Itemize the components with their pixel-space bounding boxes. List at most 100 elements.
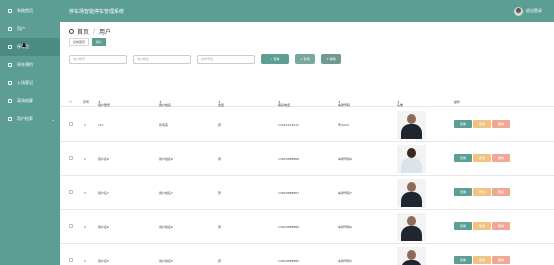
main-content: 首页 / 用户 系统首页 用户 用户账号 用户姓名 车牌号码 ⌕ 查询 + 新增… bbox=[60, 22, 554, 265]
breadcrumb: 首页 / 用户 bbox=[69, 27, 111, 36]
add-button[interactable]: + 新增 bbox=[295, 54, 315, 64]
row-index: 5 bbox=[84, 259, 86, 263]
row-phone: 13012314512 bbox=[278, 123, 299, 127]
row-checkbox[interactable] bbox=[69, 224, 73, 228]
row-account: 用户名8 bbox=[98, 157, 109, 161]
remove-button[interactable]: 删除 bbox=[492, 154, 510, 162]
home-circle-icon bbox=[69, 29, 74, 34]
header-actions: 操作 bbox=[454, 100, 461, 104]
exit-icon bbox=[8, 99, 12, 103]
view-button[interactable]: 查看 bbox=[454, 188, 472, 196]
edit-button[interactable]: 修改 bbox=[473, 154, 491, 162]
app-root: 系统首页 用户 停车位 停车预约 入场登记 离场结算 用户检索 ⌄ 停车场智能停车… bbox=[0, 0, 554, 265]
row-actions: 查看 修改 删除 bbox=[454, 222, 510, 230]
row-checkbox[interactable] bbox=[69, 156, 73, 160]
edit-button[interactable]: 修改 bbox=[473, 188, 491, 196]
entry-icon bbox=[8, 81, 12, 85]
row-checkbox[interactable] bbox=[69, 258, 73, 262]
remove-button[interactable]: 删除 bbox=[492, 120, 510, 128]
row-actions: 查看 修改 删除 bbox=[454, 256, 510, 264]
row-checkbox[interactable] bbox=[69, 190, 73, 194]
delete-button[interactable]: ✕ 删除 bbox=[321, 54, 341, 64]
row-gender: 男 bbox=[218, 191, 222, 195]
table-header: ☐ 序号 用户账号 ⇕ 用户姓名 ⇕ 性别 ⇕ 联系电话 ⇕ 车牌号码 ⇕ 头像… bbox=[60, 97, 554, 107]
row-name: 用户姓名8 bbox=[159, 157, 173, 161]
plate-input[interactable]: 车牌号码 bbox=[197, 54, 255, 64]
sidebar-item-entry[interactable]: 入场登记 bbox=[0, 74, 60, 92]
header-plate[interactable]: 车牌号码 ⇕ bbox=[338, 100, 350, 107]
sidebar-item-reservation[interactable]: 停车预约 bbox=[0, 56, 60, 74]
table-row: 2 用户名8 用户姓名8 男 13823888888 车牌号码8 查看 修改 删… bbox=[60, 142, 554, 176]
row-index: 3 bbox=[84, 191, 86, 195]
remove-button[interactable]: 删除 bbox=[492, 188, 510, 196]
search-bar: 用户账号 用户姓名 车牌号码 ⌕ 查询 + 新增 ✕ 删除 bbox=[69, 54, 341, 64]
table-row: 5 用户名5 用户姓名5 男 13823888885 车牌号码5 查看 修改 删… bbox=[60, 244, 554, 265]
user-photo bbox=[397, 213, 426, 241]
row-gender: 男 bbox=[218, 225, 222, 229]
header-avatar[interactable]: 头像 ⇕ bbox=[397, 100, 403, 107]
view-button[interactable]: 查看 bbox=[454, 256, 472, 264]
user-photo bbox=[397, 111, 426, 139]
view-button[interactable]: 查看 bbox=[454, 222, 472, 230]
avatar[interactable] bbox=[514, 6, 523, 16]
row-plate: 粤A003 bbox=[338, 123, 349, 127]
header-phone[interactable]: 联系电话 ⇕ bbox=[278, 100, 290, 107]
row-plate: 车牌号码5 bbox=[338, 259, 352, 263]
row-checkbox[interactable] bbox=[69, 122, 73, 126]
row-index: 4 bbox=[84, 225, 86, 229]
query-button[interactable]: ⌕ 查询 bbox=[261, 54, 289, 64]
tag-home[interactable]: 系统首页 bbox=[69, 38, 90, 46]
sidebar-item-home[interactable]: 系统首页 bbox=[0, 2, 60, 20]
sidebar-item-exit[interactable]: 离场结算 bbox=[0, 92, 60, 110]
account-input[interactable]: 用户账号 bbox=[69, 54, 127, 64]
row-name: 用户姓名7 bbox=[159, 191, 173, 195]
logout-button[interactable]: 退出登录 bbox=[526, 8, 542, 14]
row-name: 用户姓名6 bbox=[159, 225, 173, 229]
row-index: 1 bbox=[84, 123, 86, 127]
user-photo bbox=[397, 179, 426, 207]
row-account: 111 bbox=[98, 123, 104, 127]
table-body: 1 111 张海燕 男 13012314512 粤A003 查看 修改 删除 2… bbox=[60, 108, 554, 265]
row-plate: 车牌号码8 bbox=[338, 157, 352, 161]
row-plate: 车牌号码6 bbox=[338, 225, 352, 229]
name-input[interactable]: 用户姓名 bbox=[133, 54, 191, 64]
table-row: 3 用户名7 用户姓名7 男 13823888887 车牌号码7 查看 修改 删… bbox=[60, 176, 554, 210]
header-name[interactable]: 用户姓名 ⇕ bbox=[159, 100, 171, 107]
sidebar-item-user[interactable]: 用户 bbox=[0, 20, 60, 38]
top-bar: 停车场智能停车管理系统 退出登录 bbox=[60, 0, 554, 22]
header-account[interactable]: 用户账号 ⇕ bbox=[98, 100, 110, 107]
user-photo bbox=[397, 247, 426, 265]
sidebar-item-user-search[interactable]: 用户检索 ⌄ bbox=[0, 110, 60, 128]
user-photo bbox=[397, 145, 426, 173]
calendar-icon bbox=[8, 63, 12, 67]
row-phone: 13823888888 bbox=[278, 157, 299, 161]
row-index: 2 bbox=[84, 157, 86, 161]
remove-button[interactable]: 删除 bbox=[492, 256, 510, 264]
sidebar-item-parking[interactable]: 停车位 bbox=[0, 38, 60, 56]
breadcrumb-separator: / bbox=[93, 28, 96, 35]
view-button[interactable]: 查看 bbox=[454, 154, 472, 162]
row-actions: 查看 修改 删除 bbox=[454, 188, 510, 196]
user-icon bbox=[8, 27, 12, 31]
app-title: 停车场智能停车管理系统 bbox=[69, 8, 125, 15]
edit-button[interactable]: 修改 bbox=[473, 222, 491, 230]
edit-button[interactable]: 修改 bbox=[473, 120, 491, 128]
home-icon bbox=[8, 9, 12, 13]
row-phone: 13823888887 bbox=[278, 191, 299, 195]
row-name: 张海燕 bbox=[159, 123, 169, 127]
chevron-down-icon: ⌄ bbox=[51, 116, 55, 122]
view-button[interactable]: 查看 bbox=[454, 120, 472, 128]
breadcrumb-home[interactable]: 首页 bbox=[77, 27, 89, 36]
header-gender[interactable]: 性别 ⇕ bbox=[218, 100, 224, 107]
remove-button[interactable]: 删除 bbox=[492, 222, 510, 230]
edit-button[interactable]: 修改 bbox=[473, 256, 491, 264]
row-account: 用户名6 bbox=[98, 225, 109, 229]
tag-bar: 系统首页 用户 bbox=[69, 38, 107, 46]
row-plate: 车牌号码7 bbox=[338, 191, 352, 195]
parking-icon bbox=[8, 45, 12, 49]
select-all-checkbox[interactable]: ☐ bbox=[69, 100, 72, 104]
row-account: 用户名5 bbox=[98, 259, 109, 263]
row-name: 用户姓名5 bbox=[159, 259, 173, 263]
tag-user[interactable]: 用户 bbox=[92, 38, 107, 46]
row-phone: 13823888886 bbox=[278, 225, 299, 229]
